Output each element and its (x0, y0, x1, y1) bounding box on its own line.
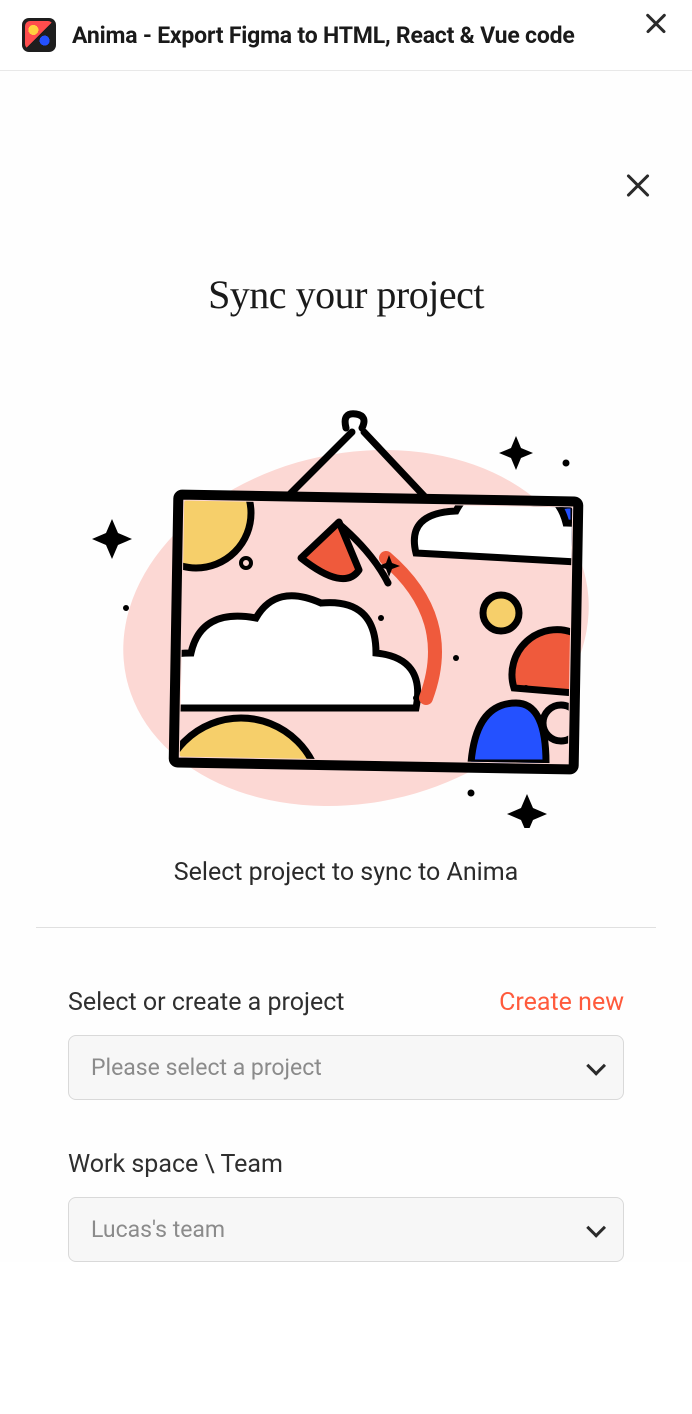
page-subtitle: Select project to sync to Anima (36, 858, 656, 928)
sync-form: Select or create a project Create new Pl… (0, 928, 692, 1262)
project-label: Select or create a project (68, 988, 344, 1017)
close-icon (623, 184, 653, 214)
project-select-placeholder: Please select a project (91, 1054, 322, 1081)
chevron-down-icon (586, 1055, 606, 1075)
workspace-select[interactable]: Lucas's team (68, 1197, 624, 1262)
workspace-select-value: Lucas's team (91, 1216, 225, 1243)
main-panel: Sync your project (0, 71, 692, 1262)
page-title: Sync your project (0, 271, 692, 318)
panel-close-button[interactable] (620, 181, 656, 217)
create-new-link[interactable]: Create new (499, 988, 624, 1017)
chevron-down-icon (586, 1217, 606, 1237)
close-icon (643, 22, 669, 48)
sync-illustration (76, 398, 616, 828)
illustration-container (0, 398, 692, 828)
plugin-header: Anima - Export Figma to HTML, React & Vu… (0, 0, 692, 71)
plugin-title: Anima - Export Figma to HTML, React & Vu… (72, 22, 626, 49)
anima-app-icon (22, 18, 56, 52)
workspace-field-header: Work space \ Team (68, 1150, 624, 1179)
plugin-close-button[interactable] (642, 21, 670, 49)
workspace-label: Work space \ Team (68, 1150, 283, 1179)
project-field-header: Select or create a project Create new (68, 988, 624, 1017)
project-select[interactable]: Please select a project (68, 1035, 624, 1100)
